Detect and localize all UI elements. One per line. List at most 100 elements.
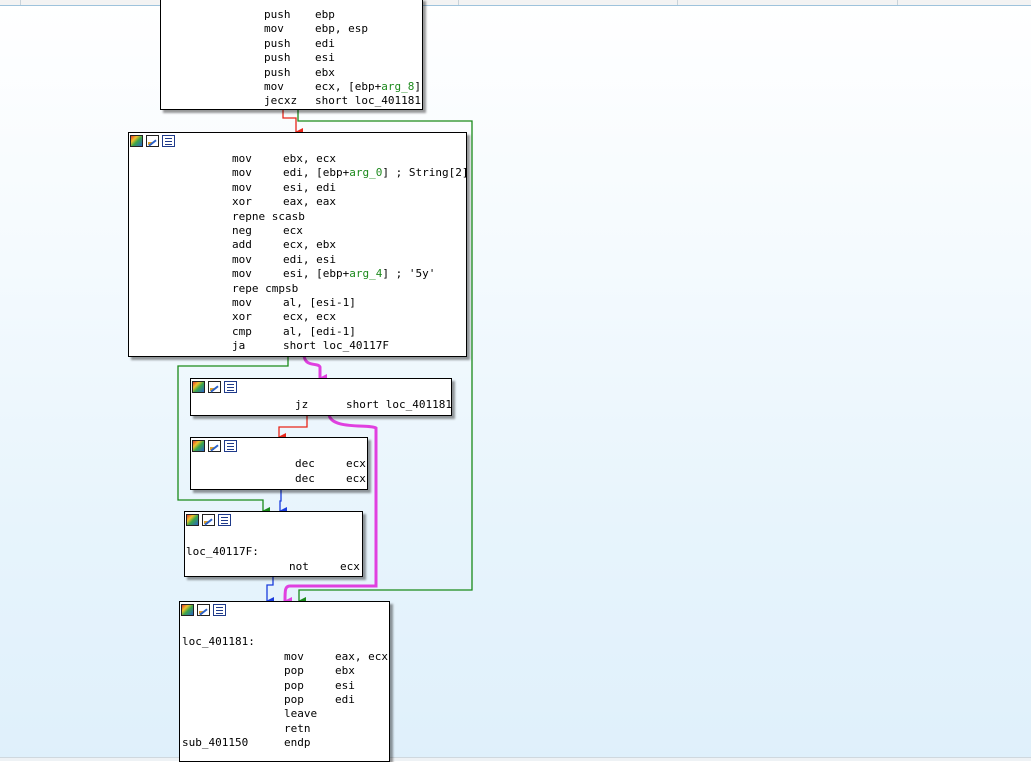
instr-mnemonic: push [264,37,291,50]
instr-mnemonic: mov [232,152,252,165]
operand-text: ] ; '5y' [382,267,436,280]
instr-operand: edi [335,693,355,706]
xref-list-icon[interactable] [224,381,237,393]
instr-operand: ecx, [ebp+arg_8] [315,80,421,94]
instr-operand[interactable]: short loc_401181 [346,398,452,412]
instr-mnemonic: add [232,238,252,251]
instr-operand: esi [335,679,355,692]
instr-operand: ebp [315,8,335,21]
instr-operand: eax, eax [283,195,336,208]
operand-text: ] ; String[2] [382,166,469,179]
instr-mnemonic: xor [232,195,252,208]
block-header [130,135,175,147]
instr-mnemonic: push [264,8,291,21]
instr-mnemonic: mov [284,650,304,663]
instr-mnemonic: mov [232,166,252,179]
instr-operand: ecx, ecx [283,310,336,323]
color-graph-icon[interactable] [186,514,199,526]
edge-b4-b5 [279,488,287,515]
code-block-dec[interactable]: dec ecx dec ecx [190,437,368,490]
instr-operand: al, [esi-1] [283,296,356,309]
operand-text: ] [414,80,421,93]
instr-mnemonic: repne scasb [232,210,305,223]
instr-operand: esi, edi [283,181,336,194]
instr-mnemonic: pop [284,664,304,677]
instr-operand: edi, [ebp+arg_0] ; String[2] [283,166,468,180]
color-graph-icon[interactable] [130,135,143,147]
xref-list-icon[interactable] [162,135,175,147]
arg-name[interactable]: arg_8 [381,80,414,93]
edge-b5-b6 [266,575,274,605]
arg-name[interactable]: arg_4 [349,267,382,280]
graph-overview-icon[interactable] [208,381,221,393]
instr-operand: ecx [346,472,366,485]
instr-operand: ebx [335,664,355,677]
instr-mnemonic: retn [284,722,311,735]
color-graph-icon[interactable] [181,604,194,616]
instr-mnemonic: pop [284,679,304,692]
instr-operand: ebx [315,66,335,79]
location-label[interactable]: loc_40117F: [186,545,259,559]
graph-overview-icon[interactable] [197,604,210,616]
xref-list-icon[interactable] [218,514,231,526]
instr-operand: eax, ecx [335,650,388,663]
color-graph-icon[interactable] [192,381,205,393]
instr-operand[interactable]: short loc_401181 [315,94,421,108]
xref-list-icon[interactable] [224,440,237,452]
instr-mnemonic: dec [295,472,315,485]
instr-mnemonic: not [289,560,309,573]
instr-mnemonic: xor [232,310,252,323]
operand-text: ecx, [ebp+ [315,80,382,93]
instr-mnemonic: mov [232,181,252,194]
instr-operand: esi, [ebp+arg_4] ; '5y' [283,267,435,281]
instr-mnemonic: jz [295,398,309,411]
instr-operand: ecx, ebx [283,238,336,251]
location-label[interactable]: loc_401181: [182,635,255,649]
instr-operand: al, [edi-1] [283,325,356,338]
instr-mnemonic: repe cmpsb [232,282,299,295]
instr-mnemonic: mov [264,22,284,35]
block-header [181,604,226,616]
flow-edges [177,108,473,606]
block-header [186,514,231,526]
instr-mnemonic: jecxz [264,94,298,107]
arg-name[interactable]: arg_0 [349,166,382,179]
instr-mnemonic: pop [284,693,304,706]
instr-operand: ecx [346,457,366,470]
instr-operand: esi [315,51,335,64]
graph-overview-icon[interactable] [202,514,215,526]
xref-list-icon[interactable] [213,604,226,616]
operand-text: esi, [ebp+ [283,267,350,280]
instr-mnemonic: dec [295,457,315,470]
graph-overview-icon[interactable] [208,440,221,452]
code-block-loc-40117f[interactable]: loc_40117F: not ecx [184,511,363,577]
instr-mnemonic: push [264,51,291,64]
instr-mnemonic: mov [232,267,252,280]
block-header [192,440,237,452]
operand-text: edi, [ebp+ [283,166,350,179]
code-block-jz[interactable]: jz short loc_401181 [190,378,452,416]
instr-mnemonic: push [264,66,291,79]
edge-b3-b4 [278,414,308,441]
instr-mnemonic: ja [232,339,246,352]
edge-b2-b3-highlight [302,354,327,382]
instr-mnemonic: leave [284,707,318,720]
code-block-entry[interactable]: push ebp mov ebp, esp push edi push esi … [160,0,423,110]
instr-operand: ecx [283,224,303,237]
instr-operand: edi, esi [283,253,336,266]
graph-overview-icon[interactable] [146,135,159,147]
instr-mnemonic: neg [232,224,252,237]
code-block-compare[interactable]: mov ebx, ecx mov edi, [ebp+arg_0] ; Stri… [128,132,468,357]
instr-operand: ecx [340,560,360,573]
function-end-label[interactable]: sub_401150 [182,736,248,750]
block-header [192,381,237,393]
instr-mnemonic: mov [232,296,252,309]
color-graph-icon[interactable] [192,440,205,452]
instr-mnemonic: mov [232,253,252,266]
code-block-loc-401181[interactable]: loc_401181: mov eax, ecx pop ebx pop esi… [179,601,390,762]
edge-b1-b2 [282,108,303,136]
instr-operand[interactable]: short loc_40117F [283,339,389,353]
instr-mnemonic: cmp [232,325,252,338]
instr-operand: ebp, esp [315,22,368,35]
instr-operand: ebx, ecx [283,152,336,165]
